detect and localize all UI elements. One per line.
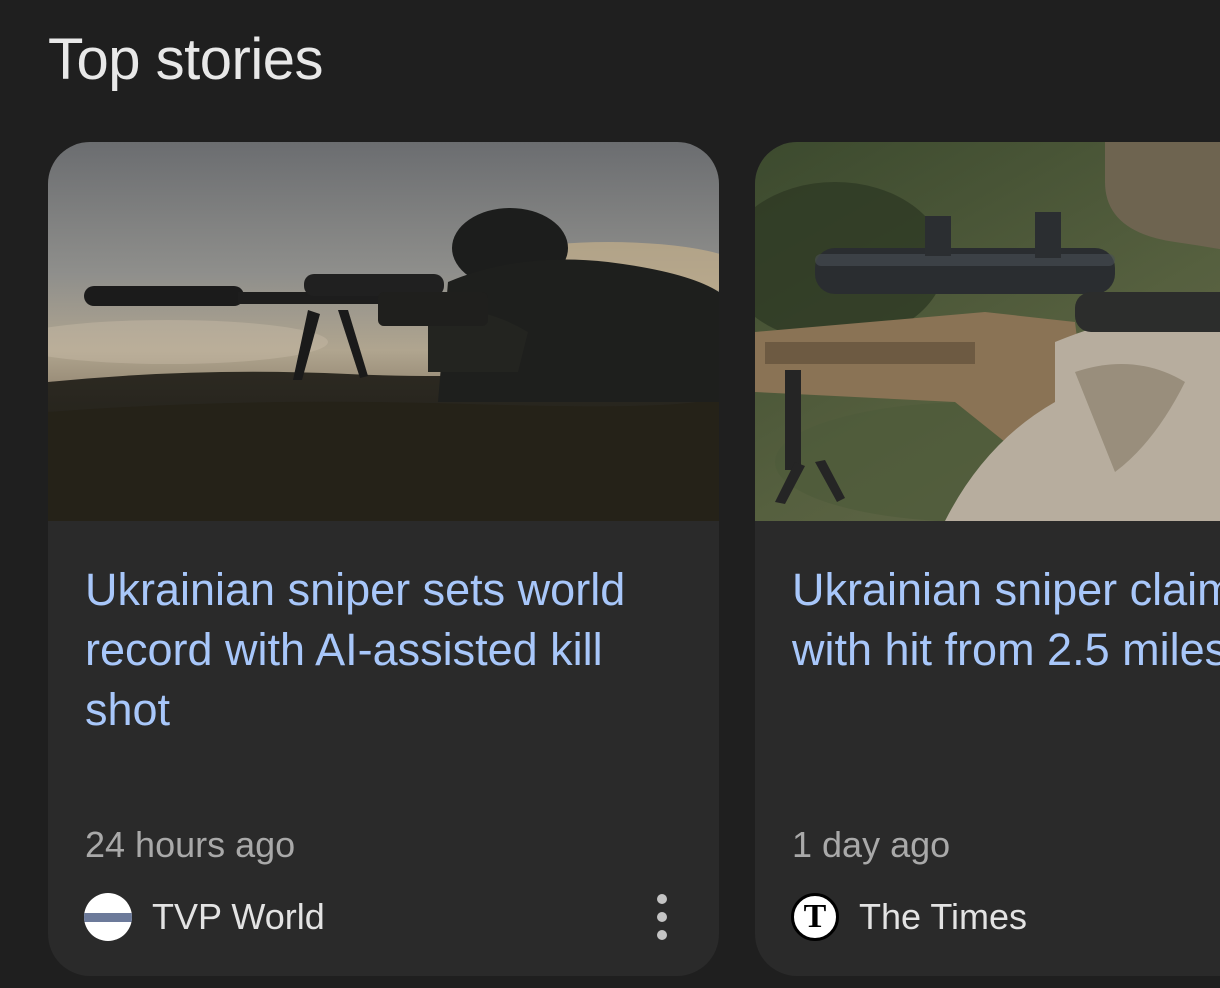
sniper-silhouette-photo: [48, 142, 719, 521]
source-name: The Times: [859, 896, 1028, 937]
sniper-rifle-scope-photo: [755, 142, 1220, 521]
story-headline[interactable]: Ukrainian sniper claims longest shot rec…: [792, 560, 1220, 680]
the-times-logo-letter: T: [803, 898, 827, 935]
story-card[interactable]: Ukrainian sniper sets world record with …: [48, 142, 719, 976]
story-timestamp: 24 hours ago: [85, 824, 296, 865]
story-source: TVP World: [84, 892, 325, 942]
story-source: T The Times: [791, 892, 1027, 942]
story-card[interactable]: Ukrainian sniper claims longest shot rec…: [755, 142, 1220, 976]
story-timestamp: 1 day ago: [792, 824, 951, 865]
section-title: Top stories: [48, 27, 323, 92]
source-name: TVP World: [152, 896, 325, 937]
tvp-world-logo: [84, 893, 132, 941]
the-times-logo: T: [791, 893, 839, 941]
top-stories-carousel[interactable]: Ukrainian sniper sets world record with …: [0, 142, 1220, 978]
story-thumbnail[interactable]: [755, 142, 1220, 521]
story-thumbnail[interactable]: [48, 142, 719, 521]
more-vert-icon[interactable]: [644, 894, 680, 940]
story-headline[interactable]: Ukrainian sniper sets world record with …: [85, 560, 685, 740]
